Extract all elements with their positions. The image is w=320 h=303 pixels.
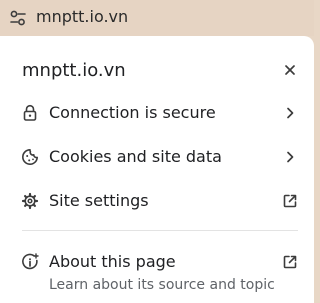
open-in-new-icon xyxy=(280,252,300,272)
about-page-icon xyxy=(20,252,40,272)
divider xyxy=(22,230,298,231)
lock-icon xyxy=(20,103,40,123)
open-in-new-icon xyxy=(280,191,300,211)
address-bar: mnptt.io.vn xyxy=(0,0,314,36)
about-this-page-sublabel: Learn about its source and topic xyxy=(49,277,275,293)
connection-secure-label: Connection is secure xyxy=(49,103,216,122)
tune-icon[interactable] xyxy=(8,8,28,28)
cookies-site-data-label: Cookies and site data xyxy=(49,147,222,166)
cookies-site-data-item[interactable]: Cookies and site data xyxy=(0,137,314,177)
chevron-right-icon xyxy=(280,103,300,123)
close-icon[interactable] xyxy=(280,60,300,80)
about-this-page-label: About this page xyxy=(49,252,176,271)
site-info-panel: mnptt.io.vn Connection is secure Cookies… xyxy=(0,36,314,303)
connection-secure-item[interactable]: Connection is secure xyxy=(0,93,314,133)
url-text[interactable]: mnptt.io.vn xyxy=(36,7,128,27)
chevron-right-icon xyxy=(280,147,300,167)
gear-icon xyxy=(20,191,40,211)
cookie-icon xyxy=(20,147,40,167)
site-settings-label: Site settings xyxy=(49,191,149,210)
site-settings-item[interactable]: Site settings xyxy=(0,181,314,221)
panel-title: mnptt.io.vn xyxy=(22,60,126,81)
